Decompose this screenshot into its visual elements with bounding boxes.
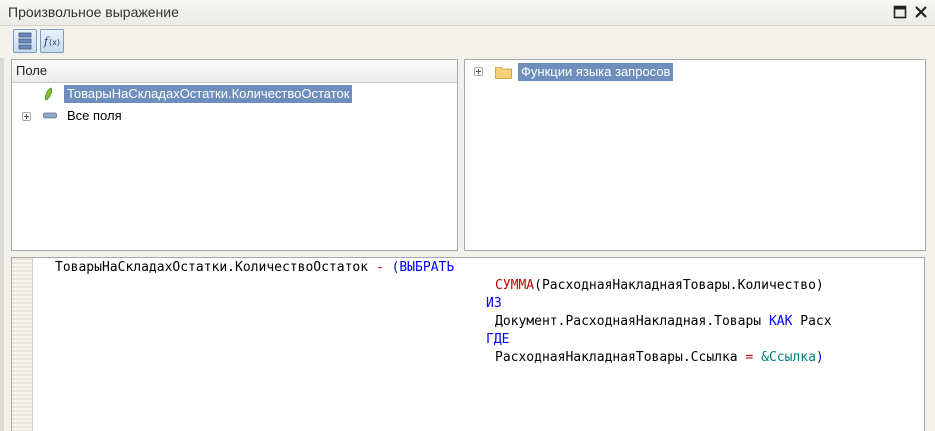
code-line-4: Документ.РасходнаяНакладная.Товары КАК Р… <box>495 313 832 331</box>
code-argument: (РасходнаяНакладнаяТовары.Количество) <box>534 278 824 293</box>
code-keyword: КАК <box>768 314 793 329</box>
code-alias: Расх <box>800 314 832 329</box>
maximize-icon[interactable] <box>893 5 907 19</box>
folder-icon <box>495 67 512 79</box>
code-condition: РасходнаяНакладнаяТовары.Ссылка <box>495 350 738 365</box>
field-label: Все поля <box>67 108 122 123</box>
list-icon <box>18 32 32 50</box>
code-line-6: РасходнаяНакладнаяТовары.Ссылка = &Ссылк… <box>495 349 824 367</box>
expression-editor[interactable]: ТоварыНаСкладахОстатки.КоличествоОстаток… <box>11 257 925 431</box>
fields-panel-header: Поле <box>12 60 457 83</box>
code-source: Документ.РасходнаяНакладная.Товары <box>495 314 762 329</box>
function-group-label: Функции языка запросов <box>518 63 674 81</box>
title-bar: Произвольное выражение <box>0 0 935 26</box>
window-right-edge <box>925 257 935 431</box>
function-icon: f (x) <box>43 35 60 48</box>
table-icon <box>43 112 57 119</box>
code-keyword: ВЫБРАТЬ <box>399 260 455 275</box>
functions-row-query-language[interactable]: Функции языка запросов <box>465 62 925 82</box>
expand-icon[interactable] <box>22 112 31 121</box>
expand-icon[interactable] <box>474 67 483 76</box>
close-icon[interactable] <box>914 5 928 19</box>
svg-text:(x): (x) <box>49 38 60 47</box>
functions-panel: Функции языка запросов <box>464 59 926 251</box>
code-line-5: ГДЕ <box>486 331 509 349</box>
field-row-all-fields[interactable]: Все поля <box>12 106 457 126</box>
code-operator: - <box>375 260 384 275</box>
window-title: Произвольное выражение <box>8 4 179 20</box>
fields-panel: Поле ТоварыНаСкладахОстатки.КоличествоОс… <box>11 59 458 251</box>
function-button[interactable]: f (x) <box>40 29 64 53</box>
code-field: ТоварыНаСкладахОстатки.КоличествоОстаток <box>55 260 369 275</box>
field-icon <box>44 87 53 101</box>
code-paren: ) <box>815 350 824 365</box>
code-keyword: ИЗ <box>486 296 502 311</box>
toolbar: f (x) <box>0 26 935 58</box>
field-label: ТоварыНаСкладахОстатки.КоличествоОстаток <box>64 85 353 103</box>
code-line-1: ТоварыНаСкладахОстатки.КоличествоОстаток… <box>55 259 454 277</box>
code-function: СУММА <box>495 278 535 293</box>
code-keyword: ГДЕ <box>486 332 510 347</box>
window-left-edge <box>0 58 4 431</box>
code-parameter: &Ссылка <box>761 350 816 365</box>
code-operator: = <box>745 350 754 365</box>
list-view-button[interactable] <box>13 29 37 53</box>
editor-gutter <box>12 258 33 431</box>
field-row-quantity[interactable]: ТоварыНаСкладахОстатки.КоличествоОстаток <box>12 84 457 104</box>
code-line-2: СУММА(РасходнаяНакладнаяТовары.Количеств… <box>495 277 824 295</box>
code-line-3: ИЗ <box>486 295 502 313</box>
